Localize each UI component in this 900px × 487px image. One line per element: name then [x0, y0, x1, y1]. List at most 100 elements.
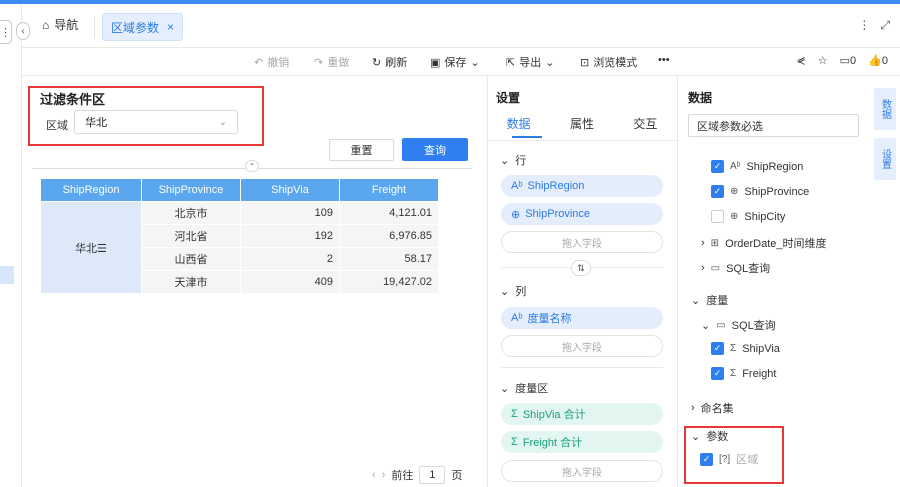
side-tab-data[interactable]: 数据 — [874, 88, 896, 130]
measure-field-freight[interactable]: Σ Freight 合计 — [501, 431, 663, 453]
measures-group-label: 度量 — [706, 295, 729, 307]
province-cell: 河北省 — [141, 224, 241, 248]
chevron-up-icon[interactable]: ⌃ — [245, 160, 259, 172]
folder-label: SQL查询 — [731, 320, 776, 332]
field-shipcity[interactable]: ⊕ ShipCity — [711, 210, 785, 223]
share-icon[interactable]: ⋞ — [797, 54, 806, 67]
tab-data[interactable]: 数据 — [507, 115, 531, 132]
col-field-measure-names[interactable]: Aᵇ 度量名称 — [501, 307, 663, 329]
like-button[interactable]: 👍0 — [868, 54, 888, 67]
header-shipvia[interactable]: ShipVia — [240, 178, 340, 202]
header-shipprovince[interactable]: ShipProvince — [141, 178, 241, 202]
header-shipregion[interactable]: ShipRegion — [40, 178, 142, 202]
chevron-down-icon: ⌄ — [701, 319, 711, 332]
checkbox-checked-icon[interactable]: ✓ — [700, 452, 713, 466]
checkbox-checked-icon[interactable]: ✓ — [711, 342, 724, 355]
folder-orderdate[interactable]: › ⊞ OrderDate_时间维度 — [701, 235, 827, 251]
measure-shipvia[interactable]: ✓ Σ ShipVia — [711, 342, 780, 355]
row-field-label: ShipProvince — [525, 208, 591, 220]
undo-button[interactable]: ↶ 撤销 — [254, 54, 289, 70]
refresh-button[interactable]: ↻ 刷新 — [372, 54, 407, 70]
params-group-toggle[interactable]: ⌄ 参数 — [691, 428, 728, 444]
row-field-shipregion[interactable]: Aᵇ ShipRegion — [501, 175, 663, 197]
comment-icon: ▭ — [839, 55, 851, 67]
checkbox-checked-icon[interactable]: ✓ — [711, 185, 724, 198]
province-cell: 北京市 — [141, 201, 241, 225]
cols-drop-zone[interactable]: 拖入字段 — [501, 335, 663, 357]
tab-navigation[interactable]: ⌂ 导航 — [42, 16, 78, 33]
export-button[interactable]: ⇱ 导出 ⌄ — [506, 54, 554, 70]
field-shipregion[interactable]: ✓ Aᵇ ShipRegion — [711, 160, 803, 173]
chevron-down-icon: ⌄ — [691, 294, 701, 307]
save-button[interactable]: ▣ 保存 ⌄ — [430, 54, 480, 70]
close-icon[interactable]: × — [167, 20, 174, 34]
measure-field-shipvia[interactable]: Σ ShipVia 合计 — [501, 403, 663, 425]
region-select[interactable]: 华北 ⌄ — [74, 110, 238, 134]
header-freight[interactable]: Freight — [339, 178, 439, 202]
rows-drop-zone[interactable]: 拖入字段 — [501, 231, 663, 253]
more-button[interactable]: ••• — [658, 54, 670, 66]
checkbox-unchecked-icon[interactable] — [711, 210, 724, 223]
rail-menu-icon[interactable]: ⋮ — [0, 20, 12, 44]
refresh-label: 刷新 — [385, 57, 408, 69]
data-search-input[interactable]: 区域参数必选 — [688, 114, 859, 137]
row-field-label: ShipRegion — [527, 180, 585, 192]
redo-icon: ↷ — [314, 56, 324, 69]
side-tab-settings[interactable]: 设置 — [874, 138, 896, 180]
chevron-right-icon: › — [691, 402, 695, 414]
named-sets-toggle[interactable]: › 命名集 — [691, 400, 734, 416]
pivot-table: ShipRegion ShipProvince ShipVia Freight … — [40, 178, 439, 294]
measure-field-label: Freight 合计 — [522, 437, 583, 449]
globe-icon: ⊕ — [730, 186, 739, 197]
param-region[interactable]: ✓ [?] 区域 — [700, 451, 758, 467]
rows-label: 行 — [515, 155, 527, 167]
table-row: 华北☰ 北京市 109 4,121.01 — [40, 201, 439, 294]
expand-icon[interactable]: ⤢ — [880, 18, 890, 33]
redo-button[interactable]: ↷ 重做 — [314, 54, 349, 70]
folder-sql-query[interactable]: › ▭ SQL查询 — [701, 260, 770, 276]
region-cell[interactable]: 华北☰ — [40, 201, 142, 294]
tab-divider — [487, 140, 677, 141]
undo-icon: ↶ — [254, 56, 264, 69]
cols-section-toggle[interactable]: ⌄ 列 — [500, 283, 526, 299]
rows-section-toggle[interactable]: ⌄ 行 — [500, 152, 526, 168]
checkbox-checked-icon[interactable]: ✓ — [711, 160, 724, 173]
checkbox-checked-icon[interactable]: ✓ — [711, 367, 724, 380]
filter-title: 过滤条件区 — [40, 92, 106, 107]
chevron-down-icon: ⌄ — [545, 56, 555, 69]
star-icon[interactable]: ☆ — [818, 54, 828, 67]
preview-mode-button[interactable]: ⊡ 浏览模式 — [580, 54, 637, 70]
data-title: 数据 — [688, 91, 713, 105]
tab-region-params[interactable]: 区域参数 × — [102, 13, 184, 41]
chevron-right-icon: › — [701, 262, 705, 274]
home-icon: ⌂ — [42, 17, 50, 32]
save-icon: ▣ — [430, 56, 441, 69]
folder-check-icon: ▭ — [716, 319, 726, 331]
measure-freight[interactable]: ✓ Σ Freight — [711, 367, 776, 380]
sigma-icon: Σ — [730, 343, 737, 354]
preview-label: 浏览模式 — [593, 57, 638, 69]
row-field-shipprovince[interactable]: ⊕ ShipProvince — [501, 203, 663, 225]
measures-group-toggle[interactable]: ⌄ 度量 — [691, 292, 728, 308]
param-icon: [?] — [719, 453, 731, 465]
measures-drop-zone[interactable]: 拖入字段 — [501, 460, 663, 482]
text-type-icon: Aᵇ — [730, 161, 741, 172]
settings-title: 设置 — [496, 91, 521, 105]
swap-rows-cols-icon[interactable]: ⇅ — [571, 260, 591, 276]
page-input[interactable]: 1 — [419, 466, 446, 484]
col-field-label: 度量名称 — [527, 313, 572, 325]
more-vertical-icon[interactable]: ⋮ — [858, 18, 870, 33]
query-button[interactable]: 查询 — [402, 138, 468, 161]
comment-button[interactable]: ▭0 — [840, 54, 857, 67]
measure-folder-sql[interactable]: ⌄ ▭ SQL查询 — [701, 317, 776, 333]
refresh-icon: ↻ — [372, 56, 382, 69]
measures-section-toggle[interactable]: ⌄ 度量区 — [500, 380, 548, 396]
reset-button[interactable]: 重置 — [329, 139, 394, 161]
field-shipprovince[interactable]: ✓ ⊕ ShipProvince — [711, 185, 809, 198]
tab-properties[interactable]: 属性 — [570, 115, 594, 132]
measure-label: ShipVia — [742, 342, 780, 355]
tab-interaction[interactable]: 交互 — [633, 115, 657, 132]
active-tab-indicator — [512, 136, 542, 138]
prev-page-icon[interactable]: ‹ — [372, 469, 376, 481]
next-page-icon[interactable]: › — [382, 469, 386, 481]
